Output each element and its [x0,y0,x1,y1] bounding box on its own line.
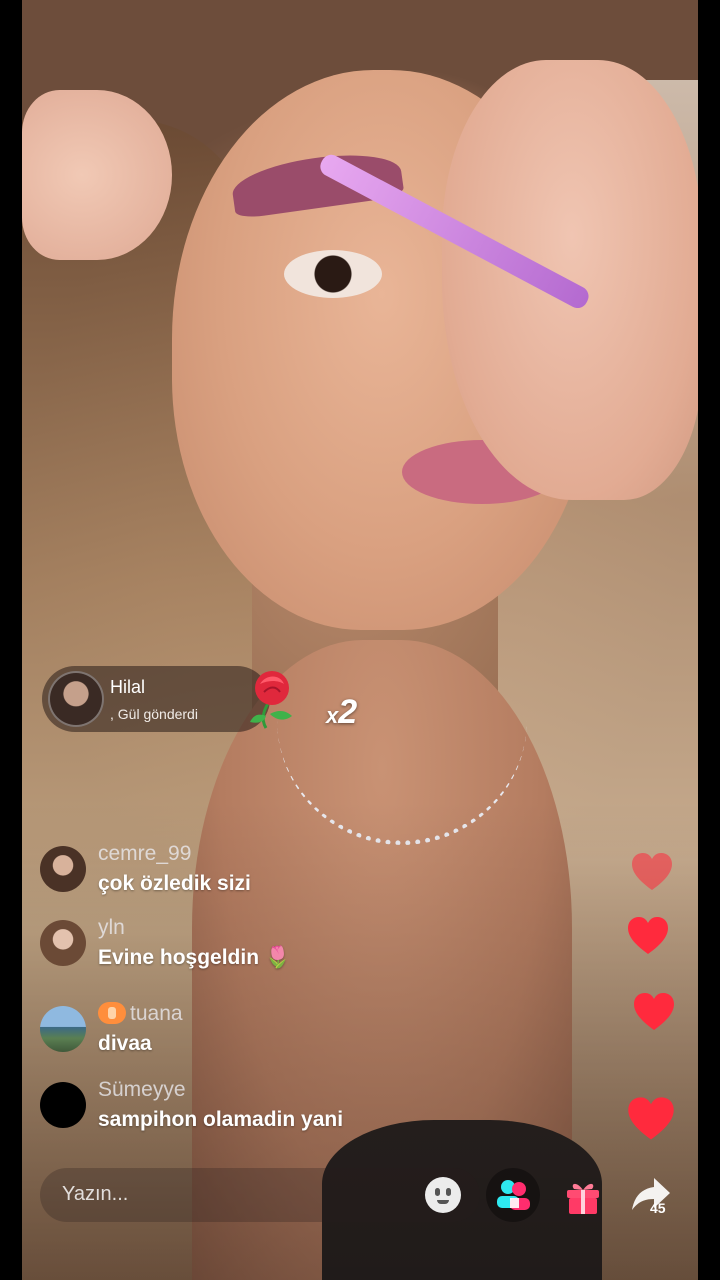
comment-avatar[interactable] [40,1082,86,1128]
comment-username[interactable]: Sümeyye [98,1078,186,1102]
emoji-button[interactable] [416,1168,470,1222]
comment-message: divaa [98,1032,152,1055]
comment-username-text: tuana [130,1002,183,1025]
gift-notification: Hilal , Gül gönderdi [42,666,270,732]
heart-icon [628,917,668,954]
gift-button[interactable] [556,1168,610,1222]
comment-message: çok özledik sizi [98,872,251,895]
heart-icon [628,1097,674,1140]
comment-avatar[interactable] [40,920,86,966]
comment-message: Evine hoşgeldin 🌷 [98,946,292,969]
comment-username[interactable]: cemre_99 [98,842,191,866]
guests-icon [497,1180,530,1210]
gift-combo-counter: x2 [326,693,357,732]
emoji-icon [425,1177,461,1213]
comment-username[interactable]: yln [98,916,125,940]
comment-username[interactable]: tuana [98,1002,183,1026]
rose-icon [250,671,292,729]
gift-sender-name[interactable]: Hilal [110,677,145,698]
gift-icon [567,1183,599,1214]
heart-icon [632,853,672,890]
gift-sender-avatar[interactable] [48,671,104,727]
combo-prefix: x [326,703,339,728]
comment-avatar[interactable] [40,846,86,892]
comment-input-placeholder: Yazın... [62,1183,129,1205]
share-count: 45 [650,1200,666,1216]
comment-message: sampihon olamadin yani [98,1108,344,1131]
combo-count: 2 [338,693,358,731]
guests-button[interactable] [486,1168,540,1222]
heart-icon [634,993,674,1030]
comment-avatar[interactable] [40,1006,86,1052]
gift-text: , Gül gönderdi [110,706,198,722]
heart-level-badge [98,1002,126,1024]
comment-input[interactable]: Yazın... [40,1168,480,1222]
